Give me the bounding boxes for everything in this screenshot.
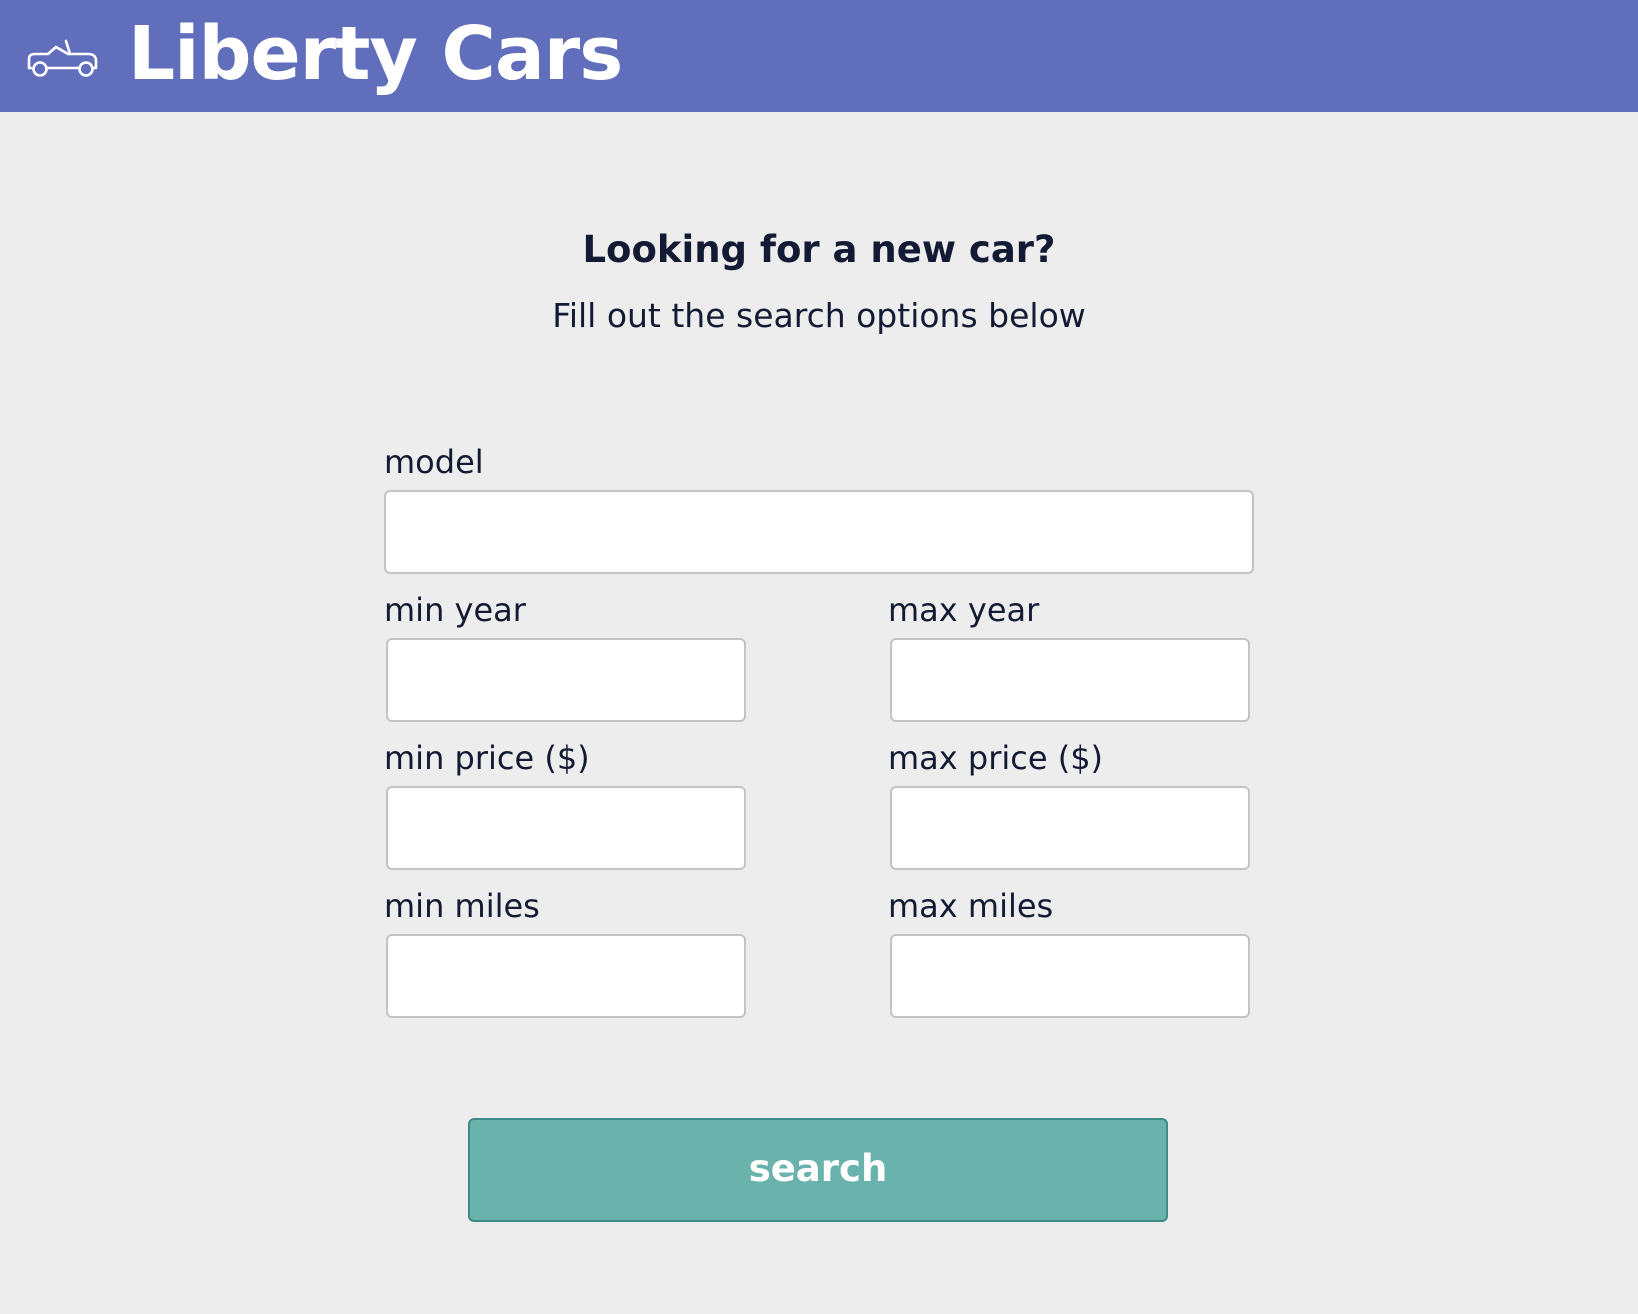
min-price-input[interactable] [386, 786, 746, 870]
max-year-input[interactable] [890, 638, 1250, 722]
max-price-input[interactable] [890, 786, 1250, 870]
model-input[interactable] [384, 490, 1254, 574]
max-year-label: max year [888, 591, 1040, 629]
convertible-car-icon [27, 39, 98, 77]
page-heading: Looking for a new car? [582, 228, 1056, 271]
min-miles-input[interactable] [386, 934, 746, 1018]
model-label: model [384, 443, 484, 481]
app-header: Liberty Cars [0, 0, 1638, 112]
min-price-label: min price ($) [384, 739, 590, 777]
page-subheading: Fill out the search options below [552, 296, 1086, 335]
min-year-label: min year [384, 591, 526, 629]
min-year-input[interactable] [386, 638, 746, 722]
min-miles-label: min miles [384, 887, 540, 925]
brand-title[interactable]: Liberty Cars [128, 6, 623, 102]
max-miles-label: max miles [888, 887, 1054, 925]
search-button[interactable]: search [468, 1118, 1168, 1222]
max-miles-input[interactable] [890, 934, 1250, 1018]
max-price-label: max price ($) [888, 739, 1104, 777]
